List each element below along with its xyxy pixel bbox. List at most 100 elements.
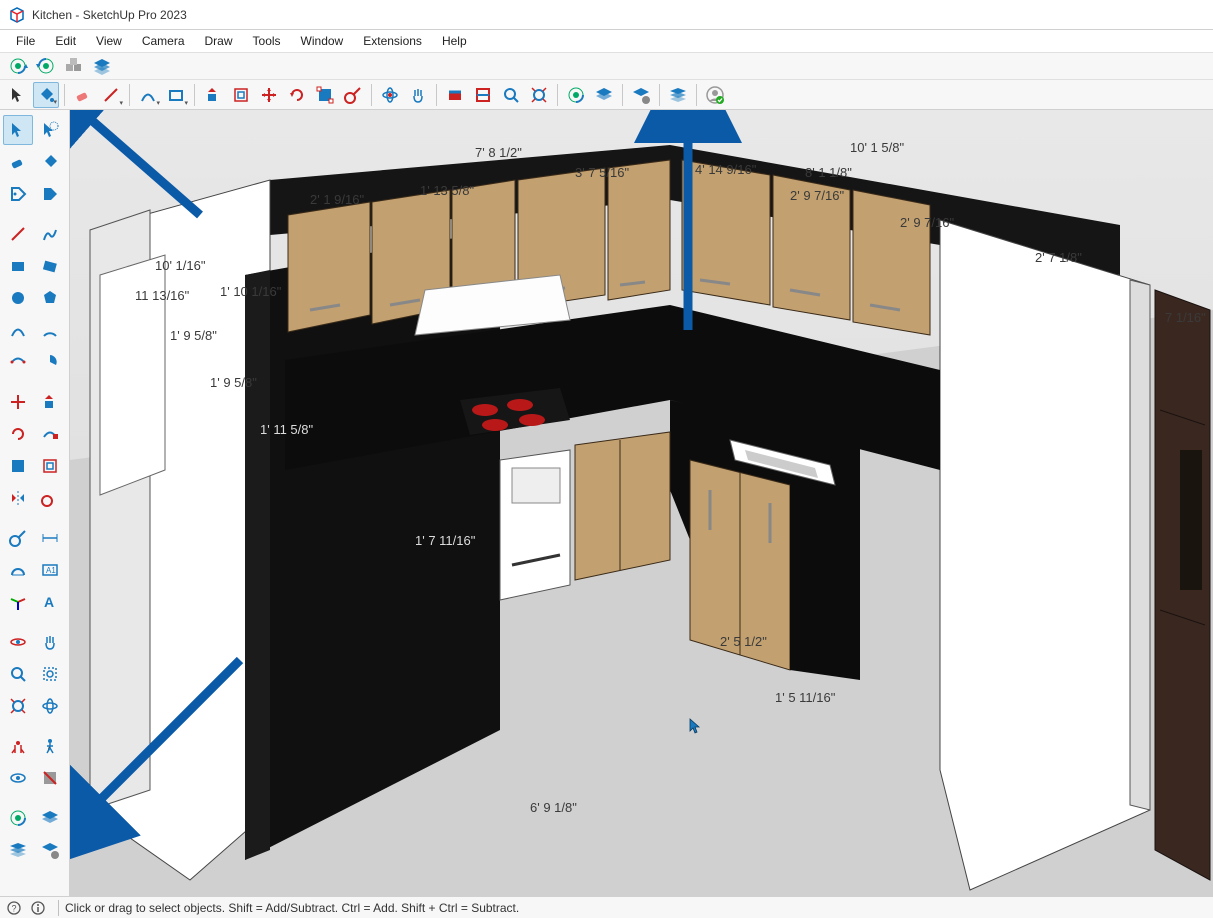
pushpull-tool-icon[interactable] xyxy=(200,82,226,108)
status-message: Click or drag to select objects. Shift =… xyxy=(65,901,519,915)
zoom-tool-icon[interactable] xyxy=(498,82,524,108)
rect-tool-icon[interactable] xyxy=(163,82,189,108)
offset-tool-icon[interactable] xyxy=(228,82,254,108)
mirror-icon[interactable] xyxy=(3,483,33,513)
dim-label: 8' 1 1/8" xyxy=(805,165,852,180)
rotated-rect-icon[interactable] xyxy=(35,251,65,281)
orbit2-icon[interactable] xyxy=(3,627,33,657)
pushpull2-icon[interactable] xyxy=(35,387,65,417)
move-tool-icon[interactable] xyxy=(256,82,282,108)
menu-view[interactable]: View xyxy=(86,32,132,50)
pencil-icon[interactable] xyxy=(3,219,33,249)
arc2-icon[interactable] xyxy=(35,315,65,345)
layers-stack-icon[interactable] xyxy=(665,82,691,108)
titlebar: Kitchen - SketchUp Pro 2023 xyxy=(0,0,1213,30)
menu-file[interactable]: File xyxy=(6,32,45,50)
select-tool-icon[interactable] xyxy=(5,82,31,108)
layers2-icon[interactable] xyxy=(35,803,65,833)
dim-label: 2' 1 9/16" xyxy=(310,192,364,207)
tape-measure-icon[interactable] xyxy=(340,82,366,108)
tag-icon[interactable] xyxy=(3,179,33,209)
rotate2-icon[interactable] xyxy=(3,419,33,449)
paint-bucket-tool-icon[interactable] xyxy=(33,82,59,108)
geo-gear-icon[interactable] xyxy=(3,803,33,833)
move2-icon[interactable] xyxy=(3,387,33,417)
ext-boxes-icon[interactable] xyxy=(61,54,87,78)
arc-tool-icon[interactable] xyxy=(135,82,161,108)
scale-tool-icon[interactable] xyxy=(312,82,338,108)
previousview-icon[interactable] xyxy=(35,691,65,721)
user-account-icon[interactable] xyxy=(702,82,728,108)
menu-help[interactable]: Help xyxy=(432,32,477,50)
menu-window[interactable]: Window xyxy=(291,32,354,50)
layers-settings-icon[interactable] xyxy=(628,82,654,108)
walk-icon[interactable] xyxy=(35,731,65,761)
look-around-icon[interactable] xyxy=(3,763,33,793)
layers3-icon[interactable] xyxy=(3,835,33,865)
axes-icon[interactable] xyxy=(3,587,33,617)
eraser-icon[interactable] xyxy=(3,147,33,177)
eraser-tool-icon[interactable] xyxy=(70,82,96,108)
info-icon[interactable] xyxy=(28,899,48,917)
ext-layers-icon[interactable] xyxy=(89,54,115,78)
dim-label: 1' 7 11/16" xyxy=(415,533,475,548)
ext-gear-icon-1[interactable] xyxy=(5,54,31,78)
rotate-tool-icon[interactable] xyxy=(284,82,310,108)
paint-icon[interactable] xyxy=(35,147,65,177)
main-toolbar xyxy=(0,80,1213,110)
tag2-icon[interactable] xyxy=(35,179,65,209)
lasso-icon[interactable] xyxy=(35,115,65,145)
menu-camera[interactable]: Camera xyxy=(132,32,195,50)
protractor2-icon[interactable] xyxy=(35,483,65,513)
offset2-icon[interactable] xyxy=(35,451,65,481)
zoomwindow-icon[interactable] xyxy=(35,659,65,689)
dimension-icon[interactable] xyxy=(35,523,65,553)
line-tool-icon[interactable] xyxy=(98,82,124,108)
dim-label: 2' 5 1/2" xyxy=(720,634,767,649)
section-cut-icon[interactable] xyxy=(442,82,468,108)
pan2-icon[interactable] xyxy=(35,627,65,657)
zoom-extents-icon[interactable] xyxy=(526,82,552,108)
dim-label: 10' 1/16" xyxy=(155,258,205,273)
svg-text:A1: A1 xyxy=(46,566,56,575)
layers-gear-icon[interactable] xyxy=(35,835,65,865)
circle-icon[interactable] xyxy=(3,283,33,313)
polygon-tool-icon[interactable] xyxy=(35,283,65,313)
orbit-tool-icon[interactable] xyxy=(377,82,403,108)
app-logo-icon xyxy=(8,6,26,24)
zoom2-icon[interactable] xyxy=(3,659,33,689)
dim-label: 1' 13 5/8" xyxy=(420,183,474,198)
3dtext-icon[interactable]: A xyxy=(35,587,65,617)
followme-icon[interactable] xyxy=(35,419,65,449)
section-display-icon[interactable] xyxy=(470,82,496,108)
layers-toolbar-icon[interactable] xyxy=(591,82,617,108)
position-camera-icon[interactable] xyxy=(3,731,33,761)
help-icon[interactable]: ? xyxy=(4,899,24,917)
dim-label: 11 13/16" xyxy=(135,288,189,303)
viewport-cursor-icon xyxy=(688,718,704,734)
ext-gear-icon-2[interactable] xyxy=(33,54,59,78)
menu-edit[interactable]: Edit xyxy=(45,32,86,50)
rect-icon[interactable] xyxy=(3,251,33,281)
dim-label: 1' 5 11/16" xyxy=(775,690,835,705)
zoomextents2-icon[interactable] xyxy=(3,691,33,721)
freehand-icon[interactable] xyxy=(35,219,65,249)
pan-tool-icon[interactable] xyxy=(405,82,431,108)
menu-extensions[interactable]: Extensions xyxy=(353,32,432,50)
tape-icon[interactable] xyxy=(3,523,33,553)
3d-viewport[interactable]: 7' 8 1/2" 10' 1 5/8" 1' 13 5/8" 2' 1 9/1… xyxy=(70,110,1213,896)
dim-label: 2' 9 7/16" xyxy=(790,188,844,203)
protractor-icon[interactable] xyxy=(3,555,33,585)
scale2-icon[interactable] xyxy=(3,451,33,481)
arc-icon[interactable] xyxy=(3,315,33,345)
select-icon[interactable] xyxy=(3,115,33,145)
dim-label: 6' 9 1/8" xyxy=(530,800,577,815)
menu-draw[interactable]: Draw xyxy=(195,32,243,50)
menu-tools[interactable]: Tools xyxy=(243,32,291,50)
statusbar: ? Click or drag to select objects. Shift… xyxy=(0,896,1213,918)
arc3-icon[interactable] xyxy=(3,347,33,377)
text-tool-icon[interactable]: A1 xyxy=(35,555,65,585)
geo-location-icon[interactable] xyxy=(563,82,589,108)
section-plane-icon[interactable] xyxy=(35,763,65,793)
pie-icon[interactable] xyxy=(35,347,65,377)
